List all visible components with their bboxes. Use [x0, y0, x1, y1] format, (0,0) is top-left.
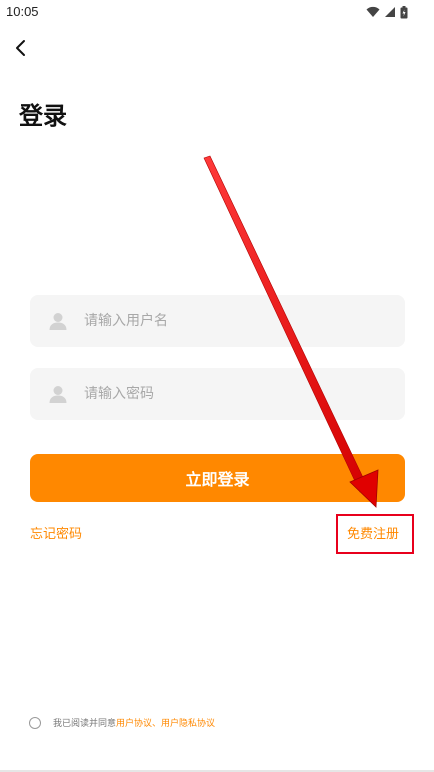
page-title: 登录	[19, 102, 67, 130]
status-bar: 10:05	[0, 0, 434, 24]
privacy-agreement-link[interactable]: 用户隐私协议	[161, 716, 215, 729]
agreement-separator: 、	[152, 719, 162, 729]
password-input[interactable]	[82, 385, 386, 403]
username-input[interactable]	[82, 312, 386, 330]
agreement-row: 我已阅读并同意 用户协议 、 用户隐私协议	[29, 716, 215, 729]
status-icons	[366, 4, 408, 20]
agree-radio[interactable]	[29, 716, 41, 729]
username-field[interactable]	[30, 295, 405, 347]
register-link[interactable]: 免费注册	[347, 523, 399, 542]
forgot-password-link[interactable]: 忘记密码	[30, 523, 82, 542]
wifi-icon	[366, 6, 380, 17]
battery-icon	[400, 5, 408, 18]
user-icon	[46, 309, 70, 333]
status-time: 10:05	[6, 4, 39, 19]
signal-icon	[385, 7, 395, 17]
login-button[interactable]: 立即登录	[30, 454, 405, 502]
login-screen: 10:05 登录 请输入用户名 立即登录 忘记密码 免费注册 我已阅读并同意 用…	[0, 0, 434, 772]
agreement-prefix: 我已阅读并同意	[53, 719, 117, 729]
password-field[interactable]	[30, 368, 405, 420]
chevron-left-icon	[16, 40, 25, 56]
back-button[interactable]	[6, 34, 34, 62]
user-icon	[46, 382, 70, 406]
user-agreement-link[interactable]: 用户协议	[116, 716, 152, 729]
